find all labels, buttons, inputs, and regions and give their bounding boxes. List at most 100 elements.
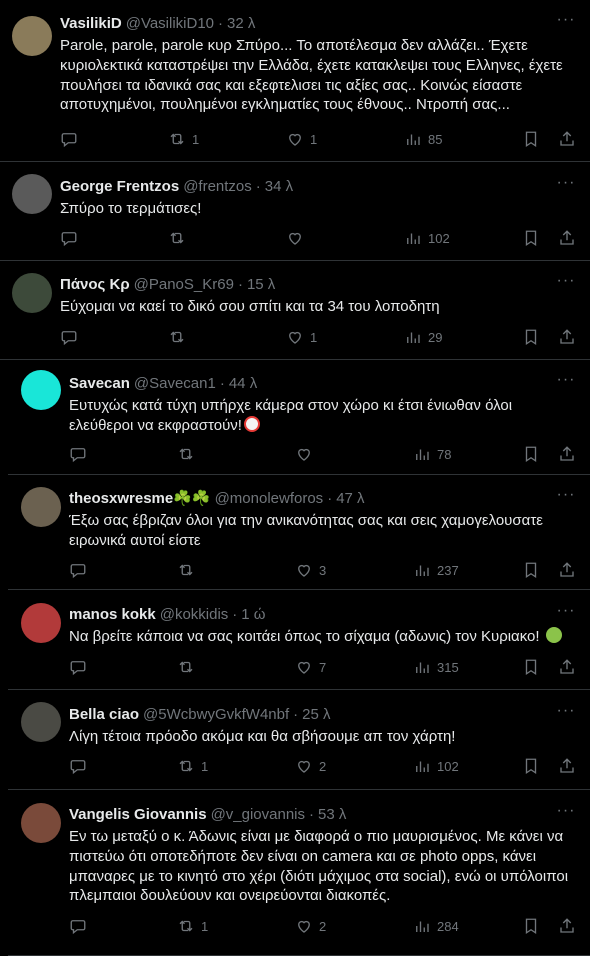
reply-button[interactable] [60,327,78,347]
like-button[interactable]: 2 [295,756,326,776]
more-options-button[interactable]: ··· [556,174,576,192]
views-button[interactable]: 102 [404,228,450,248]
more-options-button[interactable]: ··· [556,486,576,504]
bookmark-button[interactable] [522,327,540,347]
share-button[interactable] [558,444,576,464]
like-button[interactable]: 7 [295,657,326,677]
avatar[interactable] [21,702,61,742]
tweet[interactable]: George Frentzos @frentzos · 34 λ ··· Σπύ… [0,162,590,261]
views-button[interactable]: 237 [413,560,459,580]
timestamp[interactable]: 44 λ [229,375,257,392]
like-button[interactable]: 1 [286,327,317,347]
retweet-button[interactable]: 1 [177,756,208,776]
more-options-button[interactable]: ··· [556,272,576,290]
timestamp[interactable]: 15 λ [247,276,275,293]
author-name[interactable]: Vangelis Giovannis [69,806,207,823]
author-name[interactable]: manos kokk [69,606,156,623]
share-button[interactable] [558,560,576,580]
more-options-button[interactable]: ··· [556,802,576,820]
reply-button[interactable] [69,657,87,677]
share-button[interactable] [558,327,576,347]
author-handle[interactable]: @monolewforos [215,490,324,507]
author-handle[interactable]: @v_giovannis [211,806,305,823]
share-button[interactable] [558,228,576,248]
avatar[interactable] [21,803,61,843]
author-name[interactable]: Πάνος Κρ [60,276,130,293]
bookmark-button[interactable] [522,560,540,580]
like-button[interactable]: 3 [295,560,326,580]
action-bar: 1 2 284 [69,916,576,936]
author-name[interactable]: Bella ciao [69,706,139,723]
reply-button[interactable] [69,756,87,776]
bookmark-button[interactable] [522,756,540,776]
author-handle[interactable]: @frentzos [183,178,252,195]
avatar[interactable] [21,487,61,527]
author-handle[interactable]: @5WcbwyGvkfW4nbf [143,706,289,723]
more-options-button[interactable]: ··· [556,602,576,620]
avatar[interactable] [21,603,61,643]
views-icon [407,134,420,145]
bookmark-button[interactable] [522,444,540,464]
reply-button[interactable] [69,560,87,580]
reply-button[interactable] [60,228,78,248]
more-options-button[interactable]: ··· [556,11,576,29]
reply-button[interactable] [69,916,87,936]
more-options-button[interactable]: ··· [556,371,576,389]
timestamp[interactable]: 34 λ [265,178,293,195]
bookmark-button[interactable] [522,916,540,936]
views-button[interactable]: 284 [413,916,459,936]
more-options-button[interactable]: ··· [556,702,576,720]
tweet[interactable]: Bella ciao @5WcbwyGvkfW4nbf · 25 λ ··· Λ… [8,690,590,790]
like-button[interactable] [295,444,319,464]
author-name[interactable]: George Frentzos [60,178,179,195]
like-button[interactable]: 2 [295,916,326,936]
like-button[interactable] [286,228,310,248]
views-count: 237 [437,562,459,578]
retweet-button[interactable] [177,444,201,464]
views-button[interactable]: 78 [413,444,451,464]
views-button[interactable]: 85 [404,129,442,149]
author-handle[interactable]: @kokkidis [160,606,229,623]
share-button[interactable] [558,756,576,776]
like-button[interactable]: 1 [286,129,317,149]
retweet-button[interactable] [177,560,201,580]
tweet[interactable]: manos kokk @kokkidis · 1 ώ ··· Να βρείτε… [8,590,590,690]
avatar[interactable] [21,370,61,410]
avatar[interactable] [12,273,52,313]
tweet[interactable]: Savecan @Savecan1 · 44 λ ··· Ευτυχώς κατ… [8,360,590,475]
tweet[interactable]: theosxwresme☘️☘️ @monolewforos · 47 λ ··… [8,475,590,590]
author-name[interactable]: Savecan [69,375,130,392]
author-handle[interactable]: @VasilikiD10 [126,15,214,32]
retweet-button[interactable] [177,657,201,677]
timestamp[interactable]: 25 λ [302,706,330,723]
reply-button[interactable] [69,444,87,464]
retweet-button[interactable]: 1 [177,916,208,936]
retweet-button[interactable]: 1 [168,129,199,149]
tweet[interactable]: VasilikiD @VasilikiD10 · 32 λ ··· Parole… [0,0,590,162]
timestamp[interactable]: 53 λ [318,806,346,823]
views-button[interactable]: 102 [413,756,459,776]
share-button[interactable] [558,657,576,677]
author-handle[interactable]: @Savecan1 [134,375,216,392]
timestamp[interactable]: 47 λ [336,490,364,507]
author-name[interactable]: theosxwresme☘️☘️ [69,489,211,507]
tweet[interactable]: Πάνος Κρ @PanoS_Kr69 · 15 λ ··· Εύχομαι … [0,261,590,360]
retweet-button[interactable] [168,327,192,347]
heart-icon [298,564,310,577]
timestamp[interactable]: 32 λ [227,15,255,32]
author-name[interactable]: VasilikiD [60,15,122,32]
reply-button[interactable] [60,129,78,149]
bookmark-button[interactable] [522,228,540,248]
timestamp[interactable]: 1 ώ [241,606,265,623]
share-button[interactable] [558,916,576,936]
author-handle[interactable]: @PanoS_Kr69 [134,276,234,293]
share-button[interactable] [558,129,576,149]
avatar[interactable] [12,174,52,214]
bookmark-button[interactable] [522,657,540,677]
views-button[interactable]: 315 [413,657,459,677]
views-button[interactable]: 29 [404,327,442,347]
retweet-button[interactable] [168,228,192,248]
bookmark-button[interactable] [522,129,540,149]
avatar[interactable] [12,16,52,56]
tweet[interactable]: Vangelis Giovannis @v_giovannis · 53 λ ·… [8,790,590,956]
